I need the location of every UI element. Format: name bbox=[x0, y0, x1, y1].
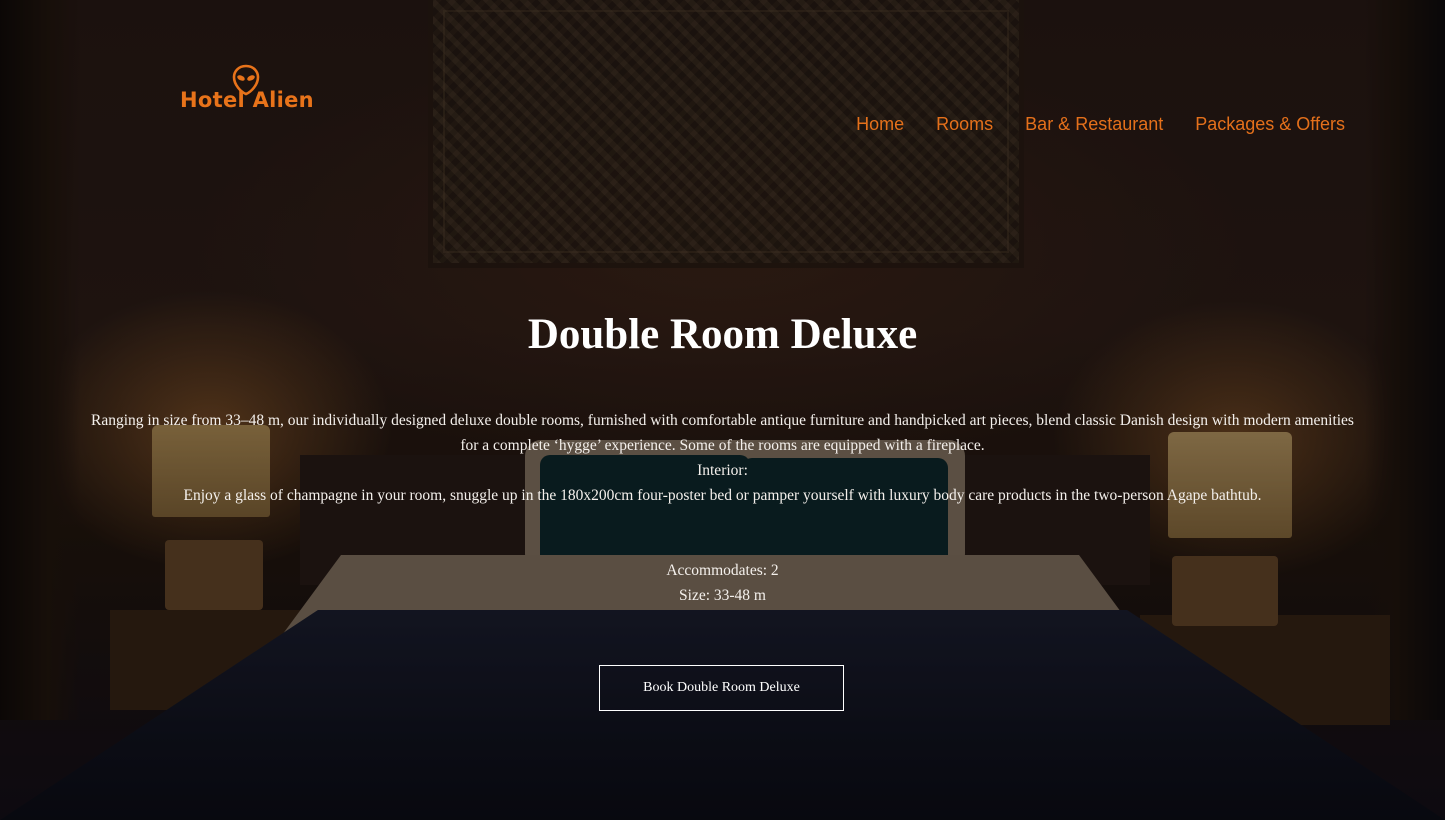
accommodates-text: Accommodates: 2 bbox=[666, 562, 779, 579]
description-text: Ranging in size from 33–48 m, our indivi… bbox=[91, 412, 1354, 454]
interior-label: Interior: bbox=[697, 462, 748, 479]
nav-bar-restaurant[interactable]: Bar & Restaurant bbox=[1025, 114, 1163, 135]
logo-text: Hotel Alien bbox=[180, 88, 314, 112]
hotel-logo[interactable]: Hotel Alien bbox=[176, 64, 316, 120]
nav-packages-offers[interactable]: Packages & Offers bbox=[1195, 114, 1345, 135]
nav-home[interactable]: Home bbox=[856, 114, 904, 135]
interior-text: Enjoy a glass of champagne in your room,… bbox=[183, 487, 1262, 504]
room-page: Hotel Alien Home Rooms Bar & Restaurant … bbox=[0, 0, 1445, 820]
room-specs: Accommodates: 2 Size: 33-48 m bbox=[0, 558, 1445, 608]
nav-rooms[interactable]: Rooms bbox=[936, 114, 993, 135]
page-title: Double Room Deluxe bbox=[527, 311, 918, 358]
room-description: Ranging in size from 33–48 m, our indivi… bbox=[90, 408, 1355, 508]
book-room-button[interactable]: Book Double Room Deluxe bbox=[599, 665, 844, 711]
main-nav: Home Rooms Bar & Restaurant Packages & O… bbox=[856, 114, 1345, 135]
size-text: Size: 33-48 m bbox=[679, 587, 766, 604]
